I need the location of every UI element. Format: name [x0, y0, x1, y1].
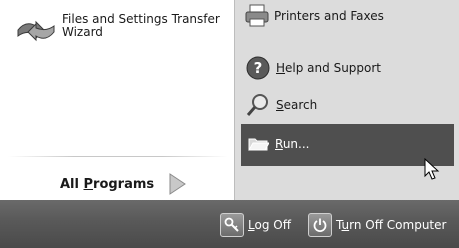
power-icon [308, 213, 332, 237]
key-icon [220, 213, 244, 237]
printer-icon [244, 4, 270, 28]
log-off-button[interactable]: Log Off [220, 213, 291, 237]
printers-faxes-label: Printers and Faxes [274, 9, 384, 23]
all-programs-button[interactable]: All Programs [60, 172, 188, 196]
search-item[interactable]: Search [246, 93, 317, 117]
start-menu: Files and Settings Transfer Wizard All P… [0, 0, 459, 248]
transfer-wizard-icon [16, 12, 56, 48]
files-settings-transfer-item[interactable]: Files and Settings Transfer Wizard [16, 12, 220, 48]
left-panel: Files and Settings Transfer Wizard All P… [0, 0, 234, 200]
turn-off-label: Turn Off Computer [336, 218, 447, 232]
printers-faxes-item[interactable]: Printers and Faxes [244, 4, 384, 28]
help-support-label: Help and Support [276, 61, 382, 75]
run-label: Run... [275, 137, 310, 151]
arrow-right-icon [166, 172, 188, 196]
all-programs-label: All Programs [60, 176, 155, 192]
cursor-icon [424, 157, 440, 182]
left-separator [8, 156, 228, 157]
log-off-label: Log Off [248, 218, 291, 232]
help-icon: ? [246, 56, 270, 80]
turn-off-button[interactable]: Turn Off Computer [308, 213, 446, 237]
files-settings-transfer-label: Files and Settings Transfer Wizard [62, 12, 220, 39]
run-item-content[interactable]: Run... [247, 136, 309, 152]
search-icon [246, 93, 270, 117]
svg-text:?: ? [254, 59, 263, 77]
search-label: Search [276, 98, 318, 112]
help-support-item[interactable]: ? Help and Support [246, 56, 381, 80]
run-icon [247, 136, 270, 152]
